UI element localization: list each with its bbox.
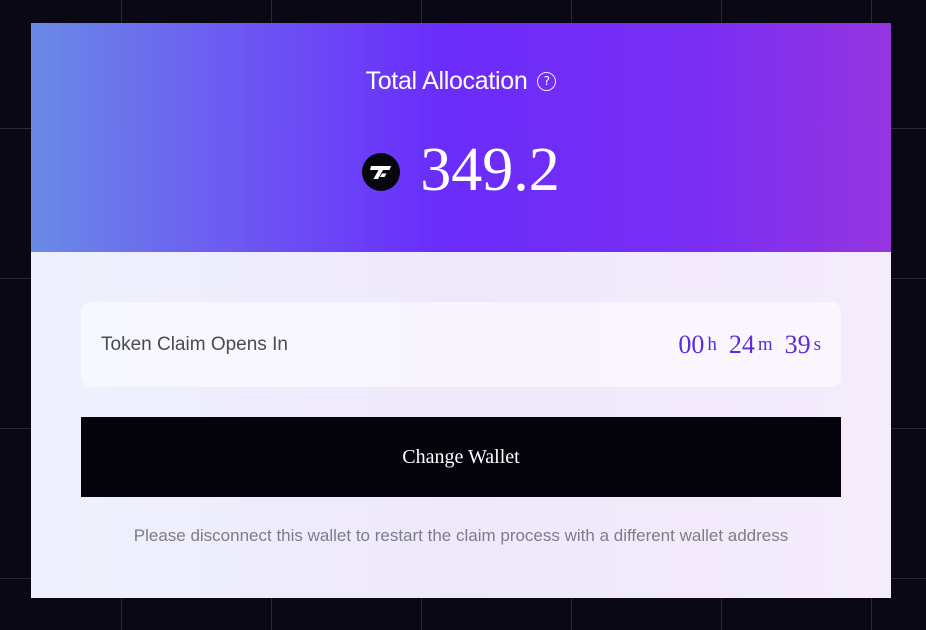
countdown-hours: 00 (678, 329, 705, 359)
countdown-label: Token Claim Opens In (101, 334, 288, 355)
countdown-seconds: 39 (784, 329, 811, 359)
question-circle-icon[interactable]: ? (537, 71, 557, 91)
countdown-hours-unit: h (707, 333, 717, 355)
countdown-seconds-unit: s (813, 333, 821, 355)
token-logo-icon (362, 153, 401, 191)
allocation-title: Total Allocation (365, 66, 528, 95)
title-row: Total Allocation ? (31, 66, 891, 96)
allocation-header: Total Allocation ? 349.2 (31, 23, 891, 252)
claim-countdown: Token Claim Opens In 00 h 24 m 39 s (81, 302, 841, 387)
countdown-timer: 00 h 24 m 39 s (678, 302, 821, 387)
allocation-card: Total Allocation ? 349.2 Token Claim Ope… (31, 23, 891, 598)
countdown-minutes-unit: m (757, 333, 773, 355)
allocation-amount: 349.2 (420, 136, 560, 204)
countdown-minutes: 24 (728, 329, 755, 359)
disconnect-note: Please disconnect this wallet to restart… (133, 526, 789, 545)
change-wallet-button[interactable]: Change Wallet (81, 417, 841, 497)
amount-row: 349.2 (31, 137, 891, 203)
